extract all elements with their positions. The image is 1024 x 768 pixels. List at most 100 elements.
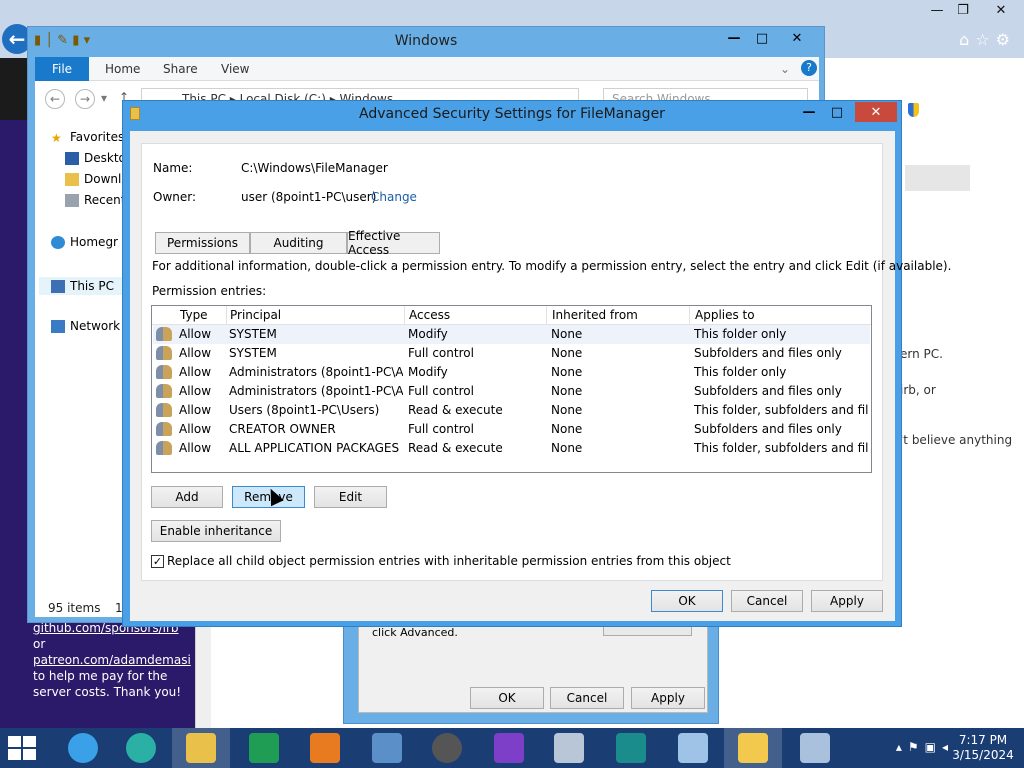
ribbon-tab-file[interactable]: File xyxy=(35,57,89,81)
users-icon xyxy=(156,346,172,360)
sponsor-or: or xyxy=(33,637,46,651)
nav-item-desktop[interactable]: Deskto xyxy=(65,151,126,165)
recent-locations-icon[interactable]: ▾ xyxy=(101,91,107,105)
dialog-content: Name: C:\Windows\FileManager Owner: user… xyxy=(130,131,951,621)
edit-button[interactable]: Edit xyxy=(314,486,387,508)
permission-entry-row[interactable]: Allow ALL APPLICATION PACKAGES Read & exec… xyxy=(153,439,870,458)
taskbar-security-app[interactable] xyxy=(724,728,782,768)
permission-entry-row[interactable]: Allow SYSTEM Modify None This folder only xyxy=(153,325,870,344)
cell-principal: ALL APPLICATION PACKAGES xyxy=(229,441,400,455)
tab-auditing[interactable]: Auditing xyxy=(250,232,347,254)
nav-item-favorites[interactable]: ★ Favorites xyxy=(51,130,125,145)
internet-explorer-icon xyxy=(68,733,98,763)
browser-toolbar-icons[interactable]: ⌂☆⚙ xyxy=(959,30,1016,49)
nav-item-network[interactable]: Network xyxy=(51,319,120,333)
permission-entry-row[interactable]: Allow Administrators (8point1-PC\A... Modi… xyxy=(153,363,870,382)
system-tray[interactable]: ▴⚑▣◂ xyxy=(896,740,954,754)
permission-entries-list[interactable]: Type Principal Access Inherited from App… xyxy=(151,305,872,473)
tab-effective-access[interactable]: Effective Access xyxy=(347,229,440,257)
taskbar-control-panel[interactable] xyxy=(358,728,416,768)
cancel-button[interactable]: Cancel xyxy=(731,590,803,612)
back-arrow-icon[interactable]: ← xyxy=(45,89,65,109)
cell-inherited: None xyxy=(551,403,583,417)
homegroup-icon xyxy=(51,235,65,249)
column-header-principal[interactable]: Principal xyxy=(230,308,281,322)
cell-type: Allow xyxy=(179,346,212,360)
enable-inheritance-button[interactable]: Enable inheritance xyxy=(151,520,281,542)
nav-label: Network xyxy=(70,319,121,333)
dialog-minimize-button[interactable]: — xyxy=(795,102,823,122)
permission-entry-row[interactable]: Allow SYSTEM Full control None Subfolders an… xyxy=(153,344,870,363)
properties-apply-button[interactable]: Apply xyxy=(631,687,705,709)
explorer-close-button[interactable]: ✕ xyxy=(780,28,814,48)
taskbar-store[interactable] xyxy=(235,728,293,768)
cell-inherited: None xyxy=(551,422,583,436)
permission-entry-row[interactable]: Allow Users (8point1-PC\Users) Read & exec… xyxy=(153,401,870,420)
clock-date: 3/15/2024 xyxy=(952,748,1014,762)
ok-button[interactable]: OK xyxy=(651,590,723,612)
taskbar-utensils-app[interactable] xyxy=(602,728,660,768)
cell-access: Read & execute xyxy=(408,403,503,417)
cell-access: Full control xyxy=(408,422,474,436)
apply-button[interactable]: Apply xyxy=(811,590,883,612)
nav-label: Favorites xyxy=(70,130,125,144)
properties-ok-button[interactable]: OK xyxy=(470,687,544,709)
start-button[interactable] xyxy=(8,736,38,760)
ribbon-expand-icon[interactable]: ⌄ xyxy=(780,62,790,76)
explorer-maximize-button[interactable]: □ xyxy=(748,28,776,48)
nav-label: This PC xyxy=(70,279,114,293)
tab-permissions[interactable]: Permissions xyxy=(155,232,250,254)
taskbar-ie[interactable] xyxy=(54,728,112,768)
cell-type: Allow xyxy=(179,403,212,417)
nav-item-homegroup[interactable]: Homegr xyxy=(51,235,118,249)
dialog-maximize-button[interactable]: □ xyxy=(823,102,851,122)
nav-item-this-pc[interactable]: This PC xyxy=(39,277,129,295)
browser-restore-button[interactable]: ❐ xyxy=(946,0,980,20)
explorer-titlebar[interactable]: ▮ │ ✎ ▮ ▾ Windows — □ ✕ xyxy=(28,27,824,57)
app-icon xyxy=(310,733,340,763)
sponsor-link-patreon[interactable]: patreon.com/adamdemasi xyxy=(33,652,193,668)
nav-item-recent[interactable]: Recent xyxy=(65,193,125,207)
taskbar-clock[interactable]: 7:17 PM 3/15/2024 xyxy=(950,733,1016,763)
taskbar-media-player[interactable] xyxy=(112,728,170,768)
column-header-access[interactable]: Access xyxy=(409,308,450,322)
ribbon-tab-home[interactable]: Home xyxy=(105,62,140,76)
help-icon[interactable]: ? xyxy=(801,60,817,76)
taskbar-notepad[interactable] xyxy=(664,728,722,768)
computer-icon xyxy=(51,279,65,293)
column-header-inherited-from[interactable]: Inherited from xyxy=(552,308,638,322)
permission-entry-row[interactable]: Allow CREATOR OWNER Full control None Subfol… xyxy=(153,420,870,439)
nav-label: Homegr xyxy=(70,235,118,249)
taskbar-monitor-app[interactable] xyxy=(786,728,844,768)
change-owner-link[interactable]: Change xyxy=(371,190,417,204)
forward-arrow-icon[interactable]: → xyxy=(75,89,95,109)
cell-type: Allow xyxy=(179,441,212,455)
properties-cancel-button[interactable]: Cancel xyxy=(550,687,624,709)
column-header-applies-to[interactable]: Applies to xyxy=(695,308,755,322)
taskbar-app-orange[interactable] xyxy=(296,728,354,768)
permission-entry-row[interactable]: Allow Administrators (8point1-PC\A... Full… xyxy=(153,382,870,401)
network-icon xyxy=(51,319,65,333)
cell-inherited: None xyxy=(551,365,583,379)
taskbar-search-app[interactable] xyxy=(480,728,538,768)
dialog-close-button[interactable]: ✕ xyxy=(855,102,897,122)
cell-access: Modify xyxy=(408,365,448,379)
taskbar-document-app[interactable] xyxy=(540,728,598,768)
replace-child-permissions-checkbox[interactable]: ✓ xyxy=(151,555,164,568)
explorer-minimize-button[interactable]: — xyxy=(720,28,748,48)
add-button[interactable]: Add xyxy=(151,486,223,508)
taskbar: ▴⚑▣◂ xyxy=(0,728,1024,768)
taskbar-raccoon-app[interactable] xyxy=(418,728,476,768)
edition-label: Windows 8.1 Pro xyxy=(923,95,1007,125)
ribbon-tab-view[interactable]: View xyxy=(221,62,249,76)
clock-time: 7:17 PM xyxy=(958,733,1008,747)
browser-close-button[interactable]: ✕ xyxy=(984,0,1018,20)
nav-item-downloads[interactable]: Downlo xyxy=(65,172,129,186)
ribbon-tab-share[interactable]: Share xyxy=(163,62,198,76)
taskbar-file-explorer[interactable] xyxy=(172,728,230,768)
cell-access: Read & execute xyxy=(408,441,503,455)
users-icon xyxy=(156,441,172,455)
users-icon xyxy=(156,422,172,436)
users-icon xyxy=(156,384,172,398)
column-header-type[interactable]: Type xyxy=(180,308,208,322)
